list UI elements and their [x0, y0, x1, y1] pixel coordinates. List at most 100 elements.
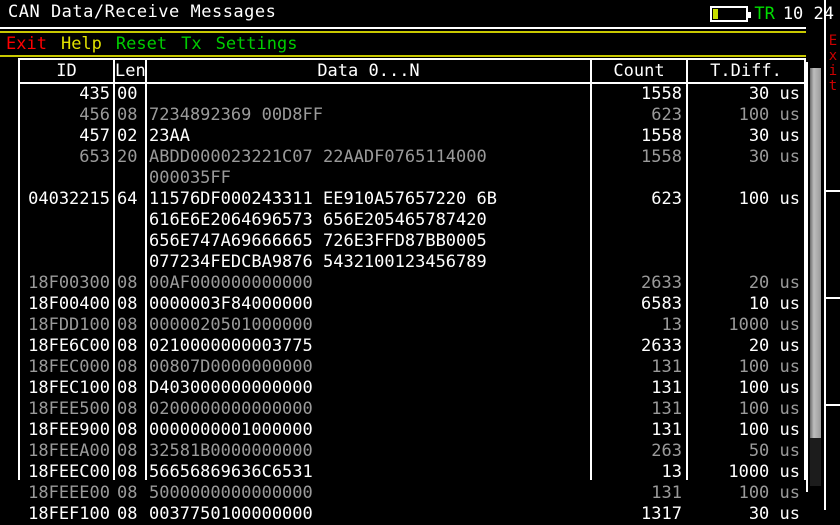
cell-data: 0000020501000000	[149, 315, 587, 336]
cell-count: 2633	[592, 336, 682, 357]
cell-count: 131	[592, 357, 682, 378]
cell-count: 131	[592, 420, 682, 441]
table-row[interactable]: 65320ABDD000023221C07 22AADF076511400000…	[0, 147, 806, 189]
menu-item-tx[interactable]: Tx	[181, 34, 201, 54]
table-row[interactable]: 18FEEA00 0832581B0000000000263 50 us	[0, 441, 806, 462]
cell-data: 32581B0000000000	[149, 441, 587, 462]
table-row[interactable]: 18FEEE00085000000000000000131100 us	[0, 483, 806, 504]
cell-data: 656E747A69666665 726E3FFD87BB0005	[149, 231, 587, 252]
cell-tdiff: 30 us	[688, 147, 800, 168]
cell-data: 0200000000000000	[149, 399, 587, 420]
cell-len: 08	[117, 462, 145, 483]
table-row[interactable]: 18FEC0000800807D0000000000131100 us	[0, 357, 806, 378]
side-exit-char: i	[826, 64, 840, 79]
cell-tdiff: 100 us	[688, 483, 800, 504]
cell-id: 18FEC000	[20, 357, 110, 378]
cell-count: 623	[592, 105, 682, 126]
cell-id: 457	[20, 126, 110, 147]
column-header-tdiff[interactable]: T.Diff.	[688, 60, 804, 82]
edge-tick-3	[826, 404, 840, 406]
cell-id: 04032215	[20, 189, 110, 210]
side-exit-tab[interactable]: Exit	[826, 34, 840, 94]
column-header-data[interactable]: Data 0...N	[147, 60, 590, 82]
cell-data: 0000003F84000000	[149, 294, 587, 315]
cell-count: 1558	[592, 147, 682, 168]
column-header-len[interactable]: Len	[115, 60, 145, 82]
table-row[interactable]: 18FDD100080000020501000000131000 us	[0, 315, 806, 336]
side-exit-char: x	[826, 49, 840, 64]
table-row[interactable]: 18FEF100080037750100000000131730 us	[0, 504, 806, 525]
cell-data: 00AF000000000000	[149, 273, 587, 294]
table-row[interactable]: 18F003000800AF000000000000263320 us	[0, 273, 806, 294]
table-row[interactable]: 18FE6C00080210000000003775263320 us	[0, 336, 806, 357]
table-row[interactable]: 456087234892369 00D8FF623100 us	[0, 105, 806, 126]
cell-len: 08	[117, 336, 145, 357]
cell-len: 64	[117, 189, 145, 210]
cell-len: 08	[117, 420, 145, 441]
cell-len: 20	[117, 147, 145, 168]
cell-data: ABDD000023221C07 22AADF0765114000	[149, 147, 587, 168]
cell-tdiff: 100 us	[688, 378, 800, 399]
cell-data: 23AA	[149, 126, 587, 147]
menu-bar: Exit Help Reset Tx Settings	[0, 31, 806, 57]
edge-tick-1	[826, 190, 840, 192]
scrollbar-thumb[interactable]	[810, 68, 821, 438]
cell-id: 456	[20, 105, 110, 126]
cell-tdiff: 1000 us	[688, 315, 800, 336]
cell-count: 2633	[592, 273, 682, 294]
menu-item-exit[interactable]: Exit	[6, 34, 47, 54]
menu-item-reset[interactable]: Reset	[116, 34, 167, 54]
cell-count: 1558	[592, 84, 682, 105]
cell-id: 435	[20, 84, 110, 105]
table-row[interactable]: 040322156411576DF000243311 EE910A5765722…	[0, 189, 806, 273]
cell-tdiff: 100 us	[688, 105, 800, 126]
scrollbar-track[interactable]	[810, 438, 821, 486]
cell-len: 08	[117, 441, 145, 462]
clock-display: 10 24	[783, 4, 834, 24]
cell-id: 18FDD100	[20, 315, 110, 336]
cell-len: 08	[117, 273, 145, 294]
cell-tdiff: 100 us	[688, 420, 800, 441]
cell-count: 263	[592, 441, 682, 462]
cell-count: 623	[592, 189, 682, 210]
table-row[interactable]: 4570223AA155830 us	[0, 126, 806, 147]
cell-data: 0210000000003775	[149, 336, 587, 357]
cell-count: 13	[592, 462, 682, 483]
table-row[interactable]: 18FEE500080200000000000000131100 us	[0, 399, 806, 420]
menu-item-help[interactable]: Help	[61, 34, 102, 54]
cell-data: 616E6E2064696573 656E205465787420	[149, 210, 587, 231]
cell-id: 18FE6C00	[20, 336, 110, 357]
cell-id: 18FEEE00	[20, 483, 110, 504]
vertical-scrollbar[interactable]	[810, 68, 821, 486]
table-row[interactable]: 18F00400080000003F84000000658310 us	[0, 294, 806, 315]
cell-count: 1558	[592, 126, 682, 147]
table-row[interactable]: 43500155830 us	[0, 84, 806, 105]
table-row[interactable]: 18FEC10008D403000000000000131100 us	[0, 378, 806, 399]
tr-indicator: TR	[754, 4, 774, 24]
table-row[interactable]: 18FEEC000856656869636C6531131000 us	[0, 462, 806, 483]
cell-len: 08	[117, 399, 145, 420]
can-receive-messages-window: CAN Data/Receive Messages TR 10 24 ExitH…	[0, 0, 840, 510]
menu-item-settings[interactable]: Settings	[216, 34, 298, 54]
cell-count: 131	[592, 378, 682, 399]
cell-id: 18F00400	[20, 294, 110, 315]
cell-len: 00	[117, 84, 145, 105]
battery-full-icon	[710, 6, 748, 22]
cell-tdiff: 20 us	[688, 273, 800, 294]
side-exit-char: E	[826, 34, 840, 49]
cell-data: D403000000000000	[149, 378, 587, 399]
cell-id: 18FEEA00	[20, 441, 110, 462]
scrollbar-frame-left	[806, 62, 808, 492]
cell-len: 08	[117, 483, 145, 504]
cell-tdiff: 100 us	[688, 357, 800, 378]
side-exit-char: t	[826, 79, 840, 94]
cell-data: 0000000001000000	[149, 420, 587, 441]
column-header-count[interactable]: Count	[592, 60, 686, 82]
cell-tdiff: 50 us	[688, 441, 800, 462]
cell-id: 18FEEC00	[20, 462, 110, 483]
table-row[interactable]: 18FEE900080000000001000000131100 us	[0, 420, 806, 441]
cell-data: 56656869636C6531	[149, 462, 587, 483]
column-header-id[interactable]: ID	[20, 60, 113, 82]
cell-tdiff: 30 us	[688, 504, 800, 525]
cell-id: 18FEE500	[20, 399, 110, 420]
